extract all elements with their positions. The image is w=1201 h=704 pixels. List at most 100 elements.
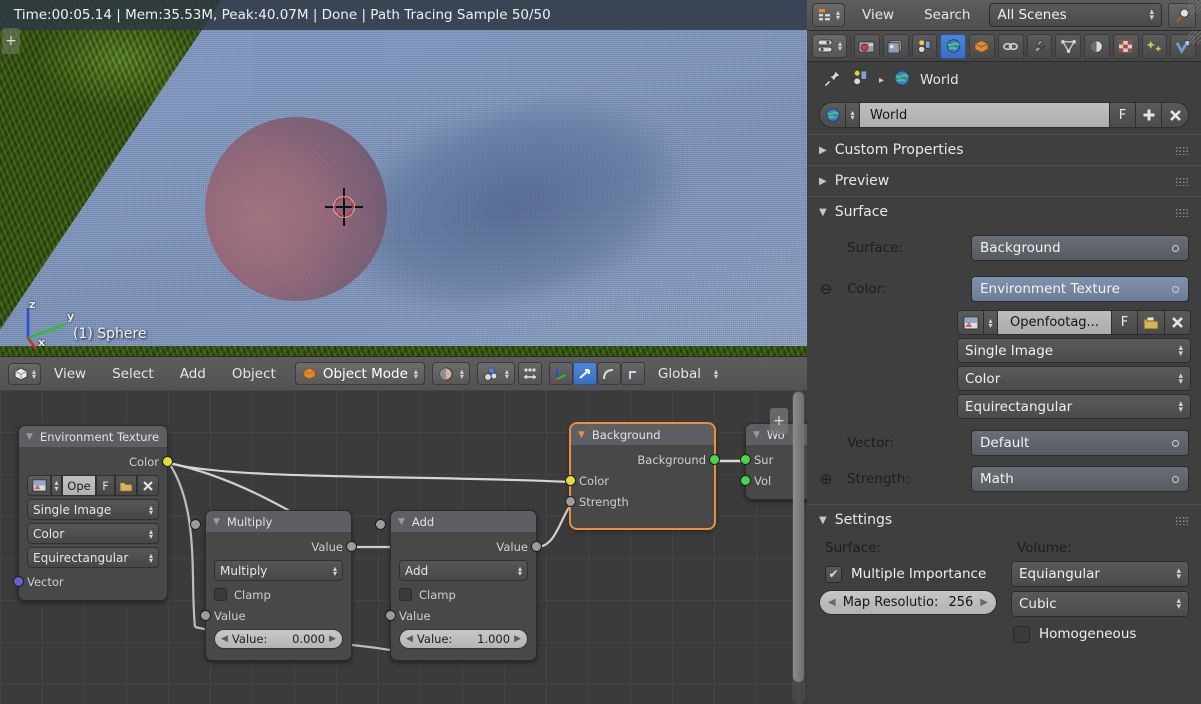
properties-editor[interactable]: ▴ ▾ View Search All Scenes ▴ ▾ ▴ ▾ ▸ Wor… [807,0,1201,704]
node-socket-dot-icon[interactable] [1172,476,1179,483]
socket-value-input-2[interactable] [375,519,386,530]
color-node-field[interactable]: Environment Texture [971,276,1189,302]
clamp-checkbox[interactable] [214,588,227,601]
unlink-image-button[interactable] [1164,310,1191,335]
strength-expand-expander[interactable]: ⊕ [819,470,833,488]
node-input-color[interactable]: Color [565,470,706,491]
properties-tab-object[interactable] [969,33,995,59]
strength-row[interactable]: ⊕ Strength: Math [807,459,1201,495]
panel-drag-grip[interactable] [1175,515,1189,525]
decrement-arrow-icon[interactable]: ◀ [406,634,413,644]
chevron-updown-icon[interactable]: ▴ ▾ [983,310,997,335]
interaction-mode-selector[interactable]: Object Mode ▴ ▾ [294,362,425,385]
properties-header[interactable]: ▴ ▾ View Search All Scenes ▴ ▾ [807,0,1201,31]
image-name-field[interactable]: Ope [62,475,96,496]
socket-value-output[interactable] [531,541,542,552]
image-source-dropdown[interactable]: Single Image ▴ ▾ [957,338,1191,363]
color-space-dropdown[interactable]: Color ▴ ▾ [27,523,159,544]
node-editor-sidebar-tab[interactable]: + [770,408,788,434]
socket-volume-input[interactable] [740,475,751,486]
scrollbar-thumb[interactable] [793,392,804,682]
value-input-2-field[interactable]: ◀ Value: 1.000 ▶ [375,519,528,649]
socket-value-input-1[interactable] [385,610,396,621]
node-header-environment-texture[interactable]: ▼ Environment Texture [19,426,167,447]
viewport-toolshelf-tab[interactable]: + [2,28,20,54]
chevron-updown-icon[interactable]: ▴ ▾ [714,367,718,380]
socket-value-input-2[interactable] [190,519,201,530]
properties-tab-material[interactable] [1084,33,1110,59]
strength-node-field[interactable]: Math [971,466,1189,492]
scene-filter-dropdown[interactable]: All Scenes ▴ ▾ [989,3,1162,27]
panel-custom-properties[interactable]: ▶ Custom Properties [807,134,1201,165]
socket-value-input-1[interactable] [200,610,211,621]
homogeneous-row[interactable]: Homogeneous [1011,621,1189,647]
new-world-button[interactable] [1136,103,1162,127]
volume-interpolation-dropdown[interactable]: Cubic ▴ ▾ [1011,591,1189,617]
math-operation-dropdown[interactable]: Multiply ▴ ▾ [214,560,343,581]
menu-select[interactable]: Select [99,357,167,390]
math-operation-dropdown[interactable]: Add ▴ ▾ [399,560,528,581]
unlink-icon[interactable] [137,475,159,496]
clamp-checkbox[interactable] [399,588,412,601]
chevron-updown-icon[interactable]: ▴ ▾ [846,103,860,127]
pin-icon[interactable] [823,69,842,92]
socket-background-output[interactable] [709,454,720,465]
pivot-point-selector[interactable]: ▴ ▾ [476,362,515,385]
image-datablock-icon[interactable] [957,310,983,335]
surface-row[interactable]: Surface: Background [807,227,1201,264]
clamp-checkbox-row[interactable]: Clamp [399,584,528,605]
projection-dropdown[interactable]: Equirectangular ▴ ▾ [27,547,159,568]
vector-field[interactable]: Default [971,430,1189,456]
color-space-dropdown[interactable]: Color ▴ ▾ [957,366,1191,391]
node-input-strength[interactable]: Strength [565,491,706,512]
panel-drag-grip[interactable] [1175,145,1189,155]
menu-view[interactable]: View [849,0,907,31]
decrement-arrow-icon[interactable]: ◀ [828,597,836,608]
expand-triangle-icon[interactable]: ▶ [819,176,827,187]
map-resolution-value[interactable]: 256 [948,595,973,610]
image-datablock-icon[interactable] [27,475,51,496]
unlink-world-button[interactable] [1162,103,1188,127]
world-datablock-row[interactable]: ▴ ▾ World F [819,102,1189,128]
collapse-triangle-icon[interactable]: ▼ [398,517,405,527]
properties-tab-texture[interactable] [1112,33,1139,59]
node-multiply[interactable]: ▼ Multiply Value Multiply ▴ ▾ Clamp Valu… [190,510,357,661]
orientation-icon-button[interactable] [620,362,645,385]
editor-type-selector[interactable]: ▴ ▾ [812,3,846,27]
node-header-background[interactable]: ▼ Background [571,424,714,445]
fake-user-button[interactable]: F [1110,103,1136,127]
scale-manipulator-button[interactable] [596,362,621,385]
panel-surface[interactable]: ▼ Surface [807,196,1201,227]
decrement-arrow-icon[interactable]: ◀ [221,634,228,644]
socket-vector-input[interactable] [13,576,24,587]
multiple-importance-checkbox[interactable]: ✔ [825,565,842,583]
panel-preview[interactable]: ▶ Preview [807,165,1201,196]
image-source-dropdown[interactable]: Single Image ▴ ▾ [27,499,159,520]
node-socket-dot-icon[interactable] [1172,440,1179,447]
manipulator-toggle-button[interactable] [517,362,542,385]
breadcrumb-world-icon[interactable] [893,69,911,91]
clamp-checkbox-row[interactable]: Clamp [214,584,343,605]
node-background[interactable]: ▼ Background Background Color Strength [565,423,720,529]
node-header-multiply[interactable]: ▼ Multiply [206,511,351,532]
properties-tab-data[interactable] [1055,33,1081,59]
image-datablock-row[interactable]: ▴ ▾ Ope F [27,475,159,496]
fake-user-button[interactable]: F [96,475,115,496]
collapse-triangle-icon[interactable]: ▼ [26,432,33,442]
node-environment-texture[interactable]: ▼ Environment Texture Color ▴ ▾ Ope F Si… [13,425,173,601]
vector-row[interactable]: Vector: Default [807,422,1201,459]
menu-view[interactable]: View [41,357,99,390]
editor-type-selector[interactable]: ▴ ▾ [8,362,42,385]
menu-search[interactable]: Search [911,0,983,31]
socket-value-output[interactable] [346,541,357,552]
rotate-manipulator-button[interactable] [572,362,597,385]
node-socket-dot-icon[interactable] [1172,245,1179,252]
properties-tab-render[interactable] [854,33,880,59]
increment-arrow-icon[interactable]: ▶ [329,634,336,644]
image-name-field[interactable]: Openfootag... [997,310,1111,335]
node-input-vector[interactable]: Vector [13,571,159,592]
menu-add[interactable]: Add [167,357,219,390]
node-input-value-1[interactable]: Value [200,605,343,626]
color-collapse-expander[interactable]: ⊖ [819,280,833,298]
properties-tab-scene[interactable] [911,33,938,59]
